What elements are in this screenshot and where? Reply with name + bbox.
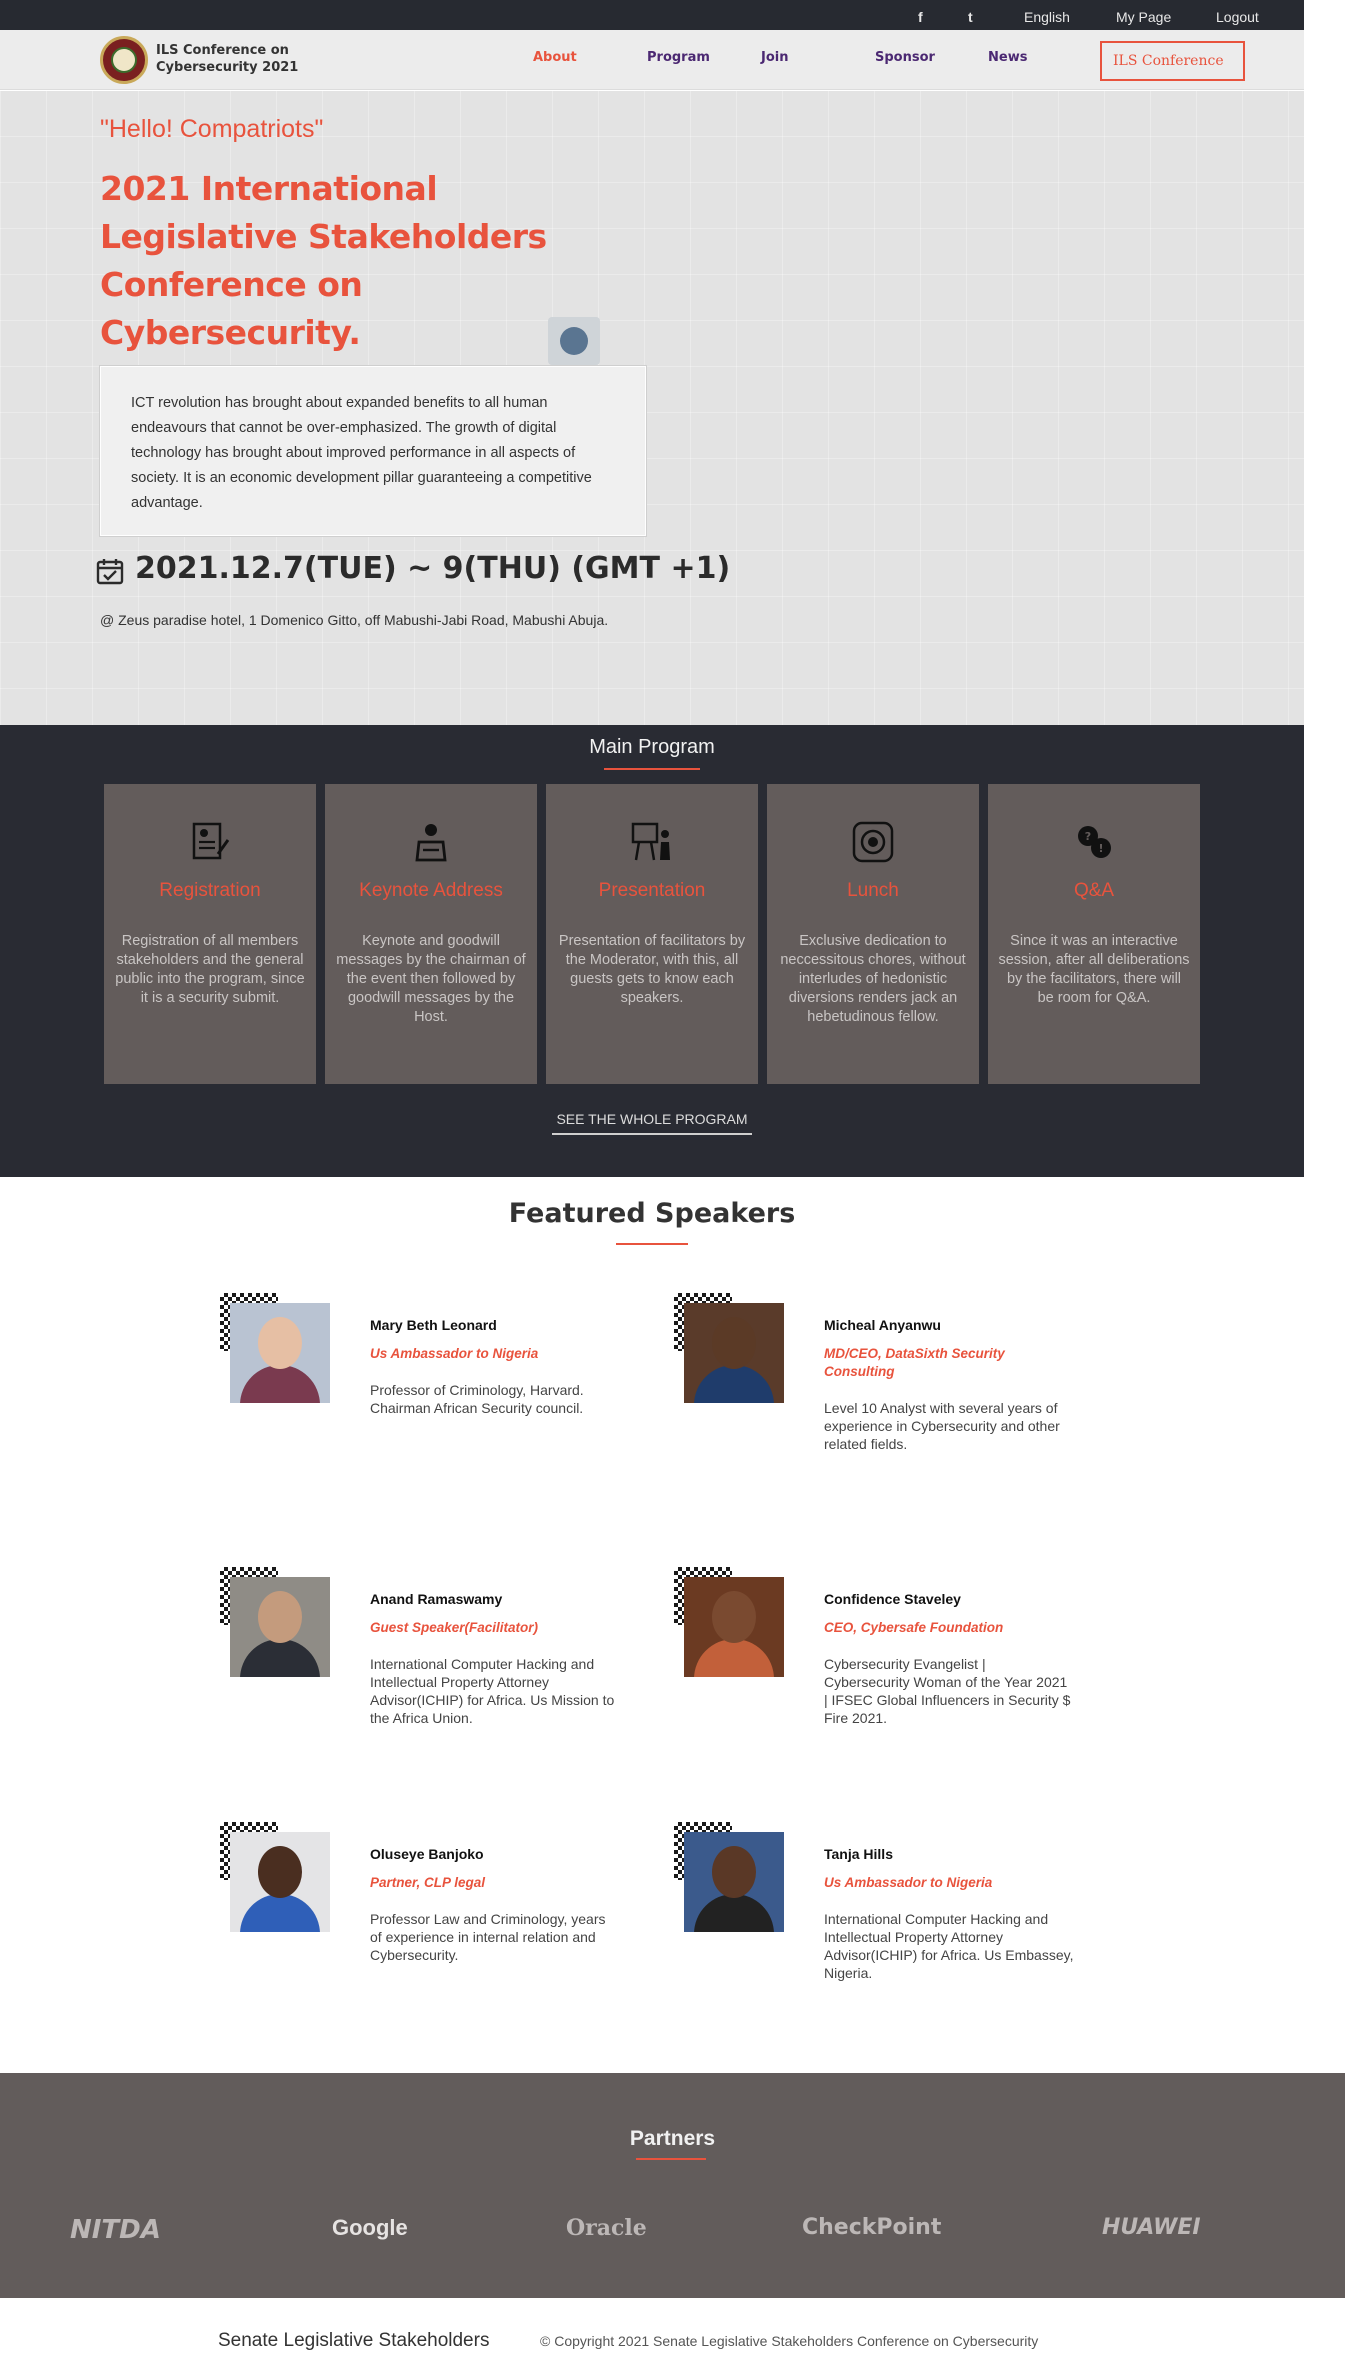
program-card-desc: Presentation of facilitators by the Mode… (558, 933, 746, 1006)
program-card-lunch[interactable]: Lunch Exclusive dedication to neccessito… (767, 784, 979, 1084)
speaker-photo (684, 1303, 784, 1403)
speaker-bio: Level 10 Analyst with several years of e… (824, 1400, 1060, 1452)
nav-program[interactable]: Program (647, 50, 710, 65)
nav-about[interactable]: About (533, 50, 577, 65)
main-navigation: ILS Conference on Cybersecurity 2021 Abo… (0, 30, 1304, 90)
speaker-name: Anand Ramaswamy (370, 1591, 503, 1607)
speaker-bio: Professor Law and Criminology, years of … (370, 1911, 606, 1963)
partner-logo-checkpoint[interactable]: CheckPoint (802, 2215, 941, 2240)
main-program-section: Main Program Registration Registration o… (0, 725, 1304, 1177)
speaker-name: Mary Beth Leonard (370, 1317, 497, 1333)
speaker-role: Partner, CLP legal (370, 1875, 486, 1890)
logo-line-2: Cybersecurity 2021 (156, 60, 299, 75)
presentation-board-icon (631, 822, 670, 861)
program-card-title: Lunch (847, 880, 899, 901)
hero-intro-box: ICT revolution has brought about expande… (100, 366, 646, 536)
partner-logo-huawei[interactable]: HUAWEI (1102, 2215, 1201, 2240)
hero-title: 2021 International Legislative Stakehold… (100, 169, 547, 352)
top-utility-bar: f t English My Page Logout (0, 0, 1304, 30)
speaker-role: MD/CEO, DataSixth Security Consulting (824, 1346, 1005, 1379)
partner-logo-oracle[interactable]: Oracle (566, 2215, 647, 2241)
partners-section-title: Partners (629, 2127, 716, 2150)
logo-line-1: ILS Conference on (156, 43, 289, 58)
facebook-icon[interactable]: f (918, 9, 923, 25)
program-card-title: Keynote Address (359, 880, 503, 901)
svg-text:!: ! (1098, 842, 1103, 855)
program-title-underline (604, 768, 700, 770)
speaker-bio: Cybersecurity Evangelist | Cybersecurity… (824, 1656, 1071, 1726)
speaker-photo (230, 1303, 330, 1403)
nav-news[interactable]: News (988, 50, 1027, 65)
program-section-title: Main Program (589, 736, 715, 758)
partner-logo-nitda[interactable]: NITDA (70, 2215, 161, 2245)
footer-copyright: © Copyright 2021 Senate Legislative Stak… (540, 2333, 1039, 2349)
ils-conference-button[interactable]: ILS Conference (1100, 41, 1245, 81)
program-card-title: Registration (159, 880, 261, 901)
speaker-role: Us Ambassador to Nigeria (370, 1346, 539, 1361)
speaker-role: Guest Speaker(Facilitator) (370, 1620, 539, 1635)
program-card-title: Q&A (1073, 880, 1115, 901)
program-card-keynote[interactable]: Keynote Address Keynote and goodwill mes… (325, 784, 537, 1084)
registration-form-icon (192, 822, 230, 860)
speaker-role: Us Ambassador to Nigeria (824, 1875, 993, 1890)
speaker-card[interactable]: Anand Ramaswamy Guest Speaker(Facilitato… (220, 1567, 650, 1767)
calendar-check-icon (96, 559, 124, 585)
program-card-presentation[interactable]: Presentation Presentation of facilitator… (546, 784, 758, 1084)
partners-section: Partners NITDA Google Oracle CheckPoint … (0, 2073, 1345, 2298)
nav-join[interactable]: Join (761, 50, 788, 65)
speaker-card[interactable]: Confidence Staveley CEO, Cybersafe Found… (674, 1567, 1104, 1767)
speakers-title-underline (616, 1243, 688, 1245)
nav-sponsor[interactable]: Sponsor (875, 50, 935, 65)
footer-brand[interactable]: Senate Legislative Stakeholders (218, 2330, 489, 2352)
program-card-title: Presentation (598, 880, 706, 901)
speaker-role: CEO, Cybersafe Foundation (824, 1620, 1004, 1635)
program-card-desc: Keynote and goodwill messages by the cha… (336, 933, 526, 1025)
program-card-qa[interactable]: ? ! Q&A Since it was an interactive sess… (988, 784, 1200, 1084)
speaker-photo (230, 1832, 330, 1932)
speaker-name: Oluseye Banjoko (370, 1846, 484, 1862)
speaker-name: Confidence Staveley (824, 1591, 961, 1607)
speaker-bio: Professor of Criminology, Harvard. Chair… (370, 1382, 584, 1416)
speaker-card[interactable]: Micheal Anyanwu MD/CEO, DataSixth Securi… (674, 1293, 1104, 1493)
speaker-card[interactable]: Oluseye Banjoko Partner, CLP legal Profe… (220, 1822, 650, 2022)
program-card-desc: Since it was an interactive session, aft… (998, 933, 1190, 1006)
dinner-plate-icon (852, 821, 894, 863)
speaker-card[interactable]: Tanja Hills Us Ambassador to Nigeria Int… (674, 1822, 1104, 2022)
program-card-desc: Exclusive dedication to neccessitous cho… (780, 933, 966, 1025)
hero-greeting: "Hello! Compatriots" (100, 115, 324, 143)
speaker-name: Tanja Hills (824, 1846, 893, 1862)
speaker-name: Micheal Anyanwu (824, 1317, 941, 1333)
partners-title-underline (636, 2158, 706, 2160)
my-page-link[interactable]: My Page (1116, 9, 1171, 25)
speaker-photo (230, 1577, 330, 1677)
speaker-bio: International Computer Hacking and Intel… (370, 1656, 615, 1726)
speaker-photo (684, 1577, 784, 1677)
speakers-section-title: Featured Speakers (508, 1198, 796, 1229)
logout-link[interactable]: Logout (1216, 9, 1259, 25)
site-logo-text[interactable]: ILS Conference on Cybersecurity 2021 (156, 42, 298, 76)
svg-text:?: ? (1085, 830, 1091, 843)
event-date: 2021.12.7(TUE) ~ 9(THU) (GMT +1) (135, 551, 731, 586)
see-whole-program-link[interactable]: SEE THE WHOLE PROGRAM (552, 1111, 752, 1135)
program-card-desc: Registration of all members stakeholders… (115, 933, 305, 1006)
hero-section: "Hello! Compatriots" 2021 International … (0, 91, 1304, 725)
program-card-registration[interactable]: Registration Registration of all members… (104, 784, 316, 1084)
senate-seal-logo[interactable] (100, 36, 148, 84)
speaker-podium-icon (415, 824, 447, 862)
speaker-bio: International Computer Hacking and Intel… (824, 1911, 1074, 1981)
twitter-icon[interactable]: t (968, 9, 973, 25)
partner-logo-google[interactable]: Google (332, 2215, 408, 2241)
chat-bubbles-icon: ? ! (1078, 826, 1111, 858)
language-link[interactable]: English (1024, 9, 1070, 25)
event-venue: @ Zeus paradise hotel, 1 Domenico Gitto,… (100, 612, 609, 628)
speaker-card[interactable]: Mary Beth Leonard Us Ambassador to Niger… (220, 1293, 650, 1493)
speaker-photo (684, 1832, 784, 1932)
cyber-globe-badge-icon (548, 317, 600, 365)
